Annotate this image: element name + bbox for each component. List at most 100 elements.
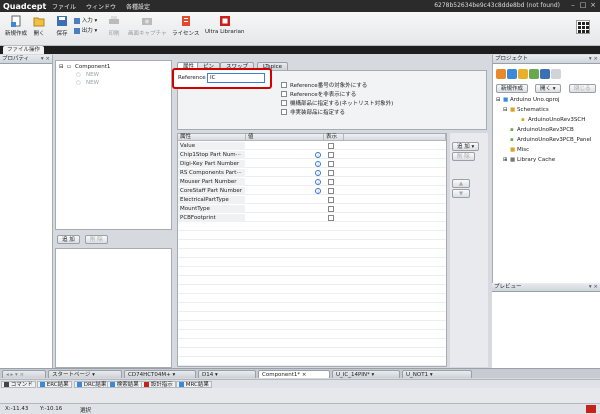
table-row[interactable]: Value [178, 142, 446, 150]
menu-file[interactable]: ファイル [52, 2, 76, 11]
table-row[interactable]: MountType [178, 205, 446, 213]
save-button[interactable]: 保存 [56, 15, 68, 37]
checkbox[interactable] [281, 100, 287, 106]
output-button[interactable]: 出力 ▾ [74, 26, 97, 34]
project-tool-icon[interactable] [507, 69, 517, 79]
project-tool-icon[interactable] [496, 69, 506, 79]
tree-item-pcb[interactable]: ArduinoUnoRev3PCB [517, 127, 574, 133]
project-tool-icon[interactable] [540, 69, 550, 79]
grid-add-button[interactable]: 追 加 ▾ [452, 142, 480, 151]
info-icon[interactable]: i [315, 179, 321, 185]
attribute-value-cell[interactable] [246, 142, 386, 150]
tab-u-not1[interactable]: U_NOT1 ▾ [402, 370, 472, 378]
table-row[interactable]: PCBFootprint [178, 214, 446, 222]
display-checkbox[interactable] [328, 152, 334, 158]
grid-delete-button[interactable]: 削 除 [452, 152, 475, 161]
project-tool-icon[interactable] [529, 69, 539, 79]
minimize-icon[interactable]: – [568, 1, 578, 10]
panel-controls-icon[interactable]: ▾ × [589, 283, 598, 292]
option-not-mounted[interactable]: 非実装部品に指定する [281, 108, 345, 116]
project-tool-icon[interactable] [518, 69, 528, 79]
tab-component1[interactable]: Component1* × [258, 370, 330, 378]
display-checkbox[interactable] [328, 179, 334, 185]
tree-delete-button[interactable]: 削 除 [85, 235, 108, 244]
panel-controls-icon[interactable]: ▾ × [589, 55, 598, 64]
open-button[interactable]: 開く [33, 15, 45, 37]
checkbox[interactable] [281, 82, 287, 88]
info-icon[interactable]: i [315, 161, 321, 167]
tab-cd74hct04m[interactable]: CD74HCT04M+ ▾ [124, 370, 196, 378]
project-open-button[interactable]: 開く ▾ [535, 84, 561, 93]
tree-item-pcb-panel[interactable]: ArduinoUnoRev3PCB_Panel [517, 137, 591, 143]
display-checkbox[interactable] [328, 161, 334, 167]
tree-item-project[interactable]: Arduino Uno.qproj [510, 97, 560, 103]
panel-controls-icon[interactable]: ▾ × [41, 55, 50, 64]
tab-d14[interactable]: D14 ▾ [198, 370, 256, 378]
tab-erc-result[interactable]: ERC結果 [37, 381, 72, 388]
tab-search-result[interactable]: 検索結果 [107, 381, 142, 388]
display-checkbox[interactable] [328, 197, 334, 203]
new-button[interactable]: 新規作成 [5, 15, 27, 37]
display-checkbox[interactable] [328, 170, 334, 176]
project-new-button[interactable]: 新規作成 [496, 84, 529, 93]
checkbox[interactable] [281, 109, 287, 115]
display-checkbox[interactable] [328, 188, 334, 194]
tab-scroll-icon[interactable]: ◂ ▸ ▾ × [2, 370, 46, 378]
table-row[interactable]: RS Components Part··· i [178, 169, 446, 177]
display-checkbox[interactable] [328, 215, 334, 221]
table-row[interactable]: Chip1Stop Part Num··· i [178, 151, 446, 159]
tab-file-ops[interactable]: ファイル操作 [3, 46, 45, 54]
tab-drc-result[interactable]: DRC結果 [74, 381, 110, 388]
table-row[interactable]: ElectricalPartType [178, 196, 446, 204]
project-close-button[interactable]: 閉じる [569, 84, 596, 93]
attribute-value-cell[interactable] [246, 196, 386, 204]
apps-grid-icon[interactable] [576, 20, 590, 34]
input-button[interactable]: 入力 ▾ [74, 16, 97, 24]
option-exclude-reference[interactable]: Reference番号の対象外にする [281, 81, 367, 89]
tree-add-button[interactable]: 追 加 [57, 235, 80, 244]
license-button[interactable]: ライセンス [172, 15, 199, 37]
tab-mrc-result[interactable]: MRC結果 [176, 381, 212, 388]
option-hide-reference[interactable]: Referenceを非表示にする [281, 90, 356, 98]
print-button[interactable]: 印刷 [108, 15, 120, 37]
column-attribute[interactable]: 属性 [178, 134, 246, 141]
tree-item-schematics[interactable]: Schematics [517, 107, 549, 113]
tab-start-page[interactable]: スタートページ ▾ [48, 370, 122, 378]
attribute-value-cell[interactable] [246, 205, 386, 213]
info-icon[interactable]: i [315, 188, 321, 194]
tree-item-new-1[interactable]: NEW [86, 72, 99, 78]
maximize-icon[interactable]: □ [578, 1, 588, 10]
tree-collapse-icon[interactable]: ⊟ [496, 97, 501, 103]
option-mechanical-part[interactable]: 機構部品に指定する(ネットリスト対象外) [281, 99, 393, 107]
tree-collapse-icon[interactable]: ⊟ [59, 64, 64, 70]
move-up-button[interactable]: ▲ [452, 179, 470, 188]
tab-design-instructions[interactable]: 設計指示 [141, 381, 176, 388]
tree-item-library-cache[interactable]: Library Cache [517, 157, 555, 163]
ultra-librarian-button[interactable]: Ultra Librarian [205, 15, 244, 35]
table-row[interactable]: CoreStaff Part Number i [178, 187, 446, 195]
tree-item-new-2[interactable]: NEW [86, 80, 99, 86]
column-value[interactable]: 値 [246, 134, 324, 141]
project-tool-icon[interactable] [551, 69, 561, 79]
column-display[interactable]: 表示 [324, 134, 344, 141]
attribute-value-cell[interactable] [246, 214, 386, 222]
info-icon[interactable]: i [315, 152, 321, 158]
move-down-button[interactable]: ▼ [452, 189, 470, 198]
tree-item-schematic[interactable]: ArduinoUnoRev3SCH [528, 117, 585, 123]
reference-input[interactable]: IC [207, 73, 265, 83]
close-icon[interactable]: × [588, 1, 598, 10]
table-row[interactable]: Mouser Part Number i [178, 178, 446, 186]
checkbox[interactable] [281, 91, 287, 97]
tree-expand-icon[interactable]: ⊞ [503, 157, 508, 163]
tree-item-component[interactable]: Component1 [75, 64, 110, 70]
display-checkbox[interactable] [328, 206, 334, 212]
tree-collapse-icon[interactable]: ⊟ [503, 107, 508, 113]
capture-button[interactable]: 画面キャプチャ [128, 15, 166, 37]
table-row[interactable]: Digi-Key Part Number i [178, 160, 446, 168]
tree-item-misc[interactable]: Misc [517, 147, 529, 153]
tab-command[interactable]: コマンド [1, 381, 36, 388]
menu-window[interactable]: ウィンドウ [86, 2, 116, 11]
tab-u-ic-14pin[interactable]: U_IC_14PIN* ▾ [332, 370, 400, 378]
info-icon[interactable]: i [315, 170, 321, 176]
menu-settings[interactable]: 各種設定 [126, 2, 150, 11]
